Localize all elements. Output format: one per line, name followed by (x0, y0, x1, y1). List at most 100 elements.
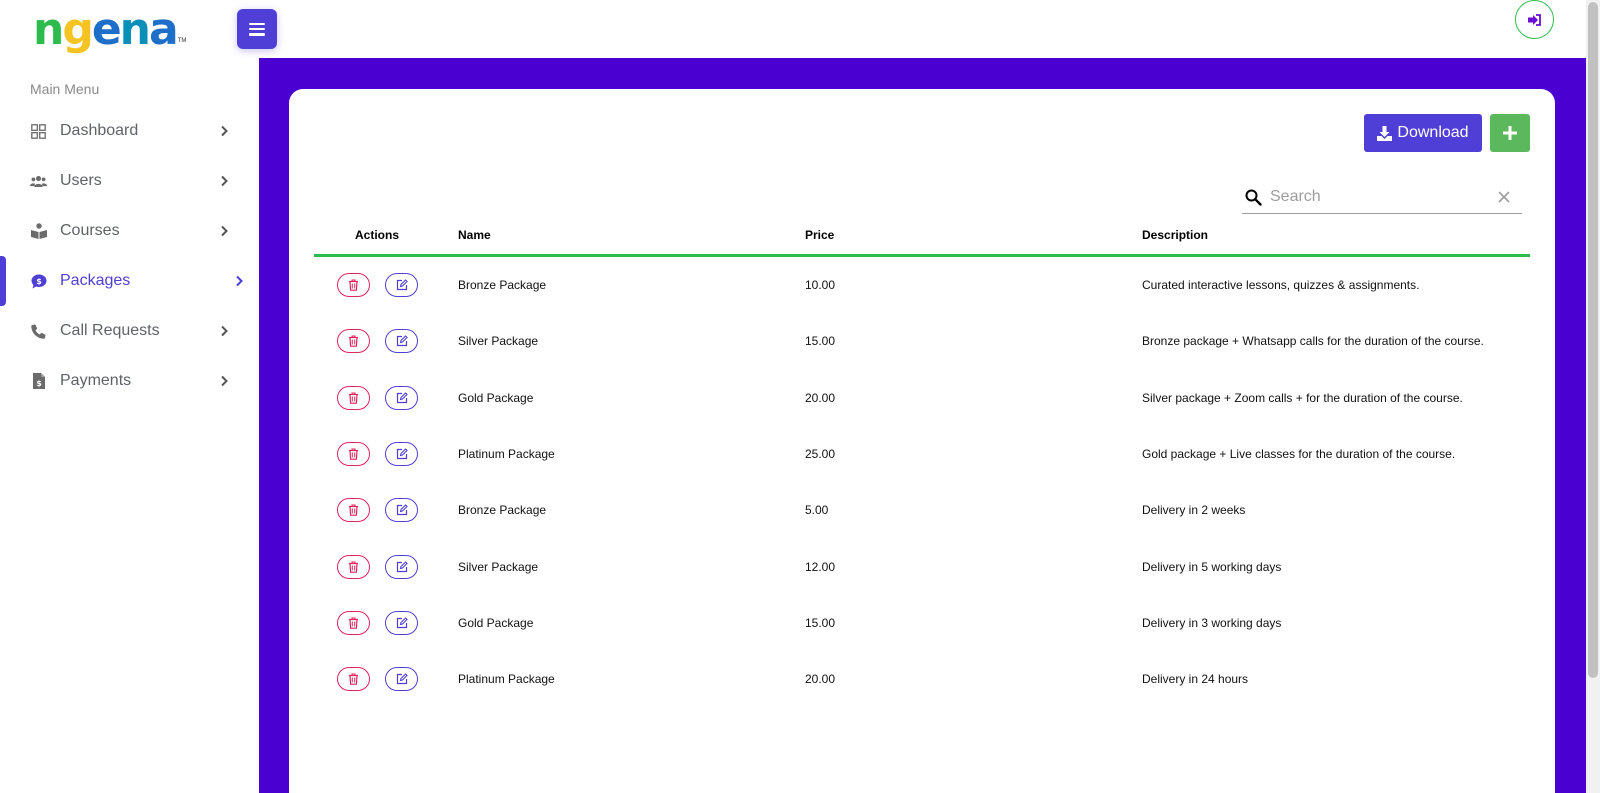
chevron-right-icon (221, 125, 228, 137)
download-button[interactable]: Download (1364, 114, 1482, 152)
search-icon (1245, 189, 1262, 206)
chevron-right-icon (221, 225, 228, 237)
package-description: Delivery in 24 hours (1142, 672, 1249, 687)
package-name: Silver Package (458, 334, 539, 349)
download-button-label: Download (1397, 124, 1469, 141)
delete-button[interactable] (337, 441, 370, 466)
table-row[interactable]: Silver Package 12.00 Delivery in 5 working… (314, 539, 1530, 595)
edit-icon (396, 448, 408, 460)
ngena-logo[interactable]: ngena TM (33, 8, 193, 52)
edit-button[interactable] (385, 610, 418, 635)
chevron-right-icon (221, 175, 228, 187)
delete-button[interactable] (337, 610, 370, 635)
add-package-button[interactable] (1490, 114, 1530, 152)
search-field (1242, 181, 1522, 214)
book-reader-icon (30, 223, 47, 240)
edit-icon (396, 560, 408, 573)
search-input[interactable] (1270, 181, 1490, 213)
users-icon (30, 173, 47, 190)
package-description: Delivery in 2 weeks (1142, 503, 1246, 518)
package-description: Gold package + Live classes for the dura… (1142, 446, 1456, 461)
sidebar-item-dashboard[interactable]: Dashboard (0, 106, 259, 156)
edit-icon (396, 673, 408, 685)
delete-button[interactable] (337, 667, 370, 692)
close-icon[interactable] (1497, 190, 1511, 204)
delete-button[interactable] (337, 329, 370, 354)
sidebar-item-label: Packages (60, 272, 131, 289)
column-header-actions[interactable]: Actions (355, 228, 399, 242)
package-price: 5.00 (805, 503, 829, 518)
download-icon (1377, 125, 1393, 141)
logout-button[interactable] (1515, 0, 1554, 39)
edit-icon (396, 279, 408, 291)
trash-icon (348, 673, 359, 685)
edit-button[interactable] (385, 273, 418, 297)
table-row[interactable]: Platinum Package 20.00 Delivery in 24 hour… (314, 651, 1530, 707)
trash-icon (348, 504, 359, 516)
trash-icon (348, 279, 359, 291)
package-name: Gold Package (458, 615, 534, 630)
dollar-comment-icon: $ (30, 273, 47, 290)
logo-letter: n (33, 4, 64, 55)
table-row[interactable]: Platinum Package 25.00 Gold package + Live… (314, 426, 1530, 482)
delete-button[interactable] (337, 554, 370, 579)
edit-button[interactable] (385, 554, 418, 579)
edit-button[interactable] (385, 385, 418, 410)
table-row[interactable]: Bronze Package 10.00 Curated interactive l… (314, 257, 1530, 313)
chevron-right-icon (221, 375, 228, 387)
scrollbar-thumb[interactable] (1588, 2, 1598, 678)
sidebar-item-label: Payments (60, 372, 132, 389)
package-name: Silver Package (458, 559, 539, 574)
sidebar-item-label: Users (60, 172, 102, 189)
column-header-description[interactable]: Description (1142, 228, 1208, 242)
package-name: Bronze Package (458, 278, 547, 292)
sidebar-item-payments[interactable]: $ Payments (0, 356, 259, 406)
package-name: Platinum Package (458, 672, 555, 687)
logo-letter: n (119, 4, 151, 55)
package-price: 20.00 (805, 672, 836, 687)
trash-icon (348, 448, 359, 460)
sidebar-item-call-requests[interactable]: Call Requests (0, 306, 259, 356)
menu-toggle-button[interactable] (237, 9, 277, 49)
package-name: Platinum Package (458, 446, 555, 461)
edit-icon (396, 391, 408, 404)
top-bar: ngena TM (0, 0, 1586, 58)
table-row[interactable]: Gold Package 20.00 Silver package + Zoom c… (314, 370, 1530, 426)
package-price: 20.00 (805, 390, 836, 405)
sidebar-item-label: Dashboard (60, 122, 139, 139)
table-row[interactable]: Silver Package 15.00 Bronze package + What… (314, 313, 1530, 369)
edit-button[interactable] (385, 441, 418, 466)
delete-button[interactable] (337, 498, 370, 523)
table-row[interactable]: Bronze Package 5.00 Delivery in 2 weeks (314, 482, 1530, 538)
edit-button[interactable] (385, 667, 418, 692)
table-header: Actions Name Price Description (314, 222, 1530, 257)
package-description: Silver package + Zoom calls + for the du… (1142, 390, 1463, 405)
package-price: 12.00 (805, 559, 836, 574)
delete-button[interactable] (337, 273, 370, 297)
column-header-name[interactable]: Name (458, 228, 491, 242)
sidebar-item-label: Call Requests (60, 322, 160, 339)
trash-icon (348, 335, 359, 348)
sidebar-item-users[interactable]: Users (0, 156, 259, 206)
column-header-price[interactable]: Price (805, 228, 834, 242)
package-description: Delivery in 3 working days (1142, 615, 1282, 630)
sidebar-item-label: Courses (60, 222, 120, 239)
edit-button[interactable] (385, 498, 418, 523)
package-price: 15.00 (805, 334, 836, 349)
sidebar-item-packages[interactable]: $ Packages (0, 256, 259, 306)
trash-icon (348, 392, 359, 404)
package-price: 15.00 (805, 615, 836, 630)
edit-button[interactable] (385, 329, 418, 354)
package-price: 25.00 (805, 446, 836, 461)
active-indicator (0, 256, 6, 306)
sidebar-item-courses[interactable]: Courses (0, 206, 259, 256)
trash-icon (348, 617, 359, 629)
grid-icon (30, 123, 47, 140)
phone-icon (30, 323, 47, 340)
sidebar-title: Main Menu (30, 81, 100, 97)
hamburger-icon (249, 22, 265, 36)
package-description: Curated interactive lessons, quizzes & a… (1142, 278, 1420, 292)
package-name: Bronze Package (458, 503, 547, 518)
delete-button[interactable] (337, 385, 370, 410)
table-row[interactable]: Gold Package 15.00 Delivery in 3 working d… (314, 595, 1530, 651)
